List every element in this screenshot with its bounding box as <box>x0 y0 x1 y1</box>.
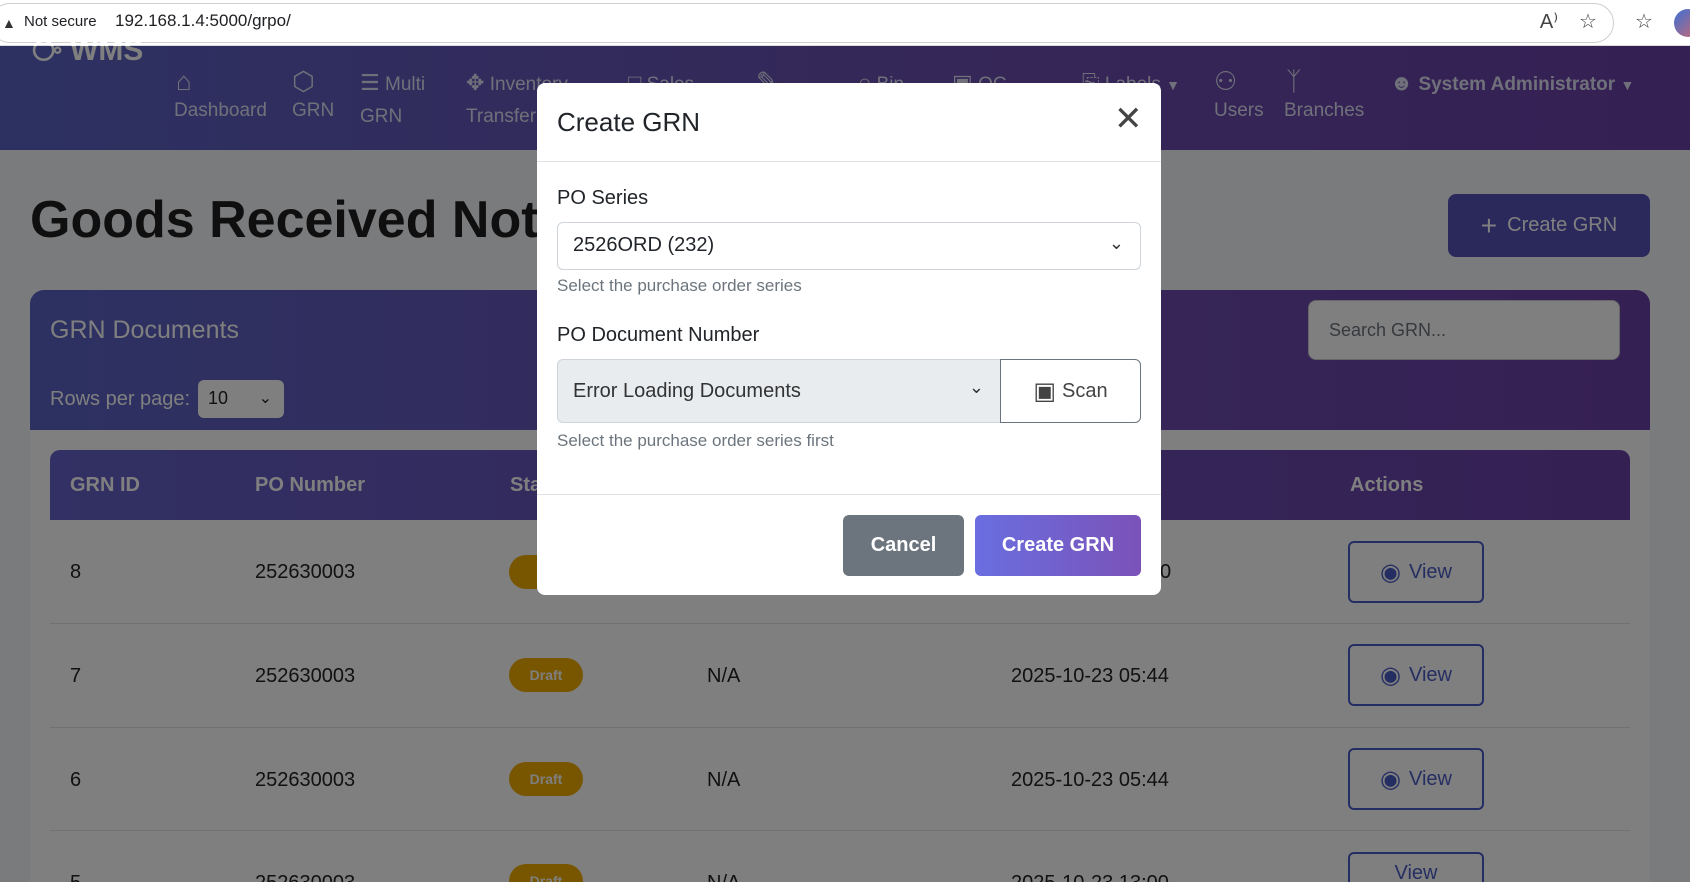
security-label[interactable]: Not secure <box>24 13 97 30</box>
modal-header-divider <box>537 161 1161 162</box>
favorite-star-icon[interactable]: ☆ <box>1574 9 1602 34</box>
create-grn-submit-button[interactable]: Create GRN <box>975 515 1141 576</box>
po-document-value: Error Loading Documents <box>573 380 801 402</box>
scan-button[interactable]: ▣ Scan <box>1000 359 1141 423</box>
url-text[interactable]: 192.168.1.4:5000/grpo/ <box>115 11 291 31</box>
chevron-down-icon: ⌄ <box>1108 233 1124 253</box>
chevron-down-icon: ⌄ <box>968 377 984 397</box>
modal-title: Create GRN <box>557 107 701 137</box>
po-series-value: 2526ORD (232) <box>573 234 715 256</box>
po-document-help: Select the purchase order series first <box>557 431 834 450</box>
po-series-select[interactable]: 2526ORD (232) ⌄ <box>557 222 1141 270</box>
po-document-label: PO Document Number <box>557 324 760 346</box>
warning-icon[interactable]: ▲ <box>2 15 16 31</box>
read-aloud-icon[interactable]: A⁾ <box>1535 9 1563 34</box>
favorites-list-icon[interactable]: ☆ <box>1630 9 1658 34</box>
po-series-help: Select the purchase order series <box>557 276 802 295</box>
scan-label: Scan <box>1062 379 1108 402</box>
cancel-button[interactable]: Cancel <box>843 515 964 576</box>
modal-footer-divider <box>537 494 1161 495</box>
po-series-label: PO Series <box>557 187 649 209</box>
camera-icon: ▣ <box>1033 377 1057 405</box>
close-icon[interactable]: ✕ <box>1114 102 1143 136</box>
po-document-select[interactable]: Error Loading Documents ⌄ <box>557 359 1001 423</box>
